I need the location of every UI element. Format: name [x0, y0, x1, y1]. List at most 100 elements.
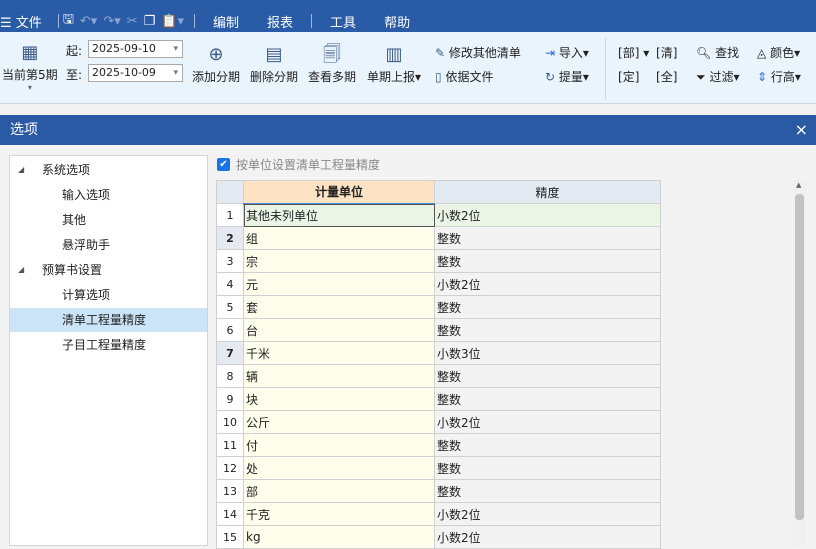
unit-cell[interactable]: 套: [243, 295, 435, 319]
table-row[interactable]: 9 块整数: [216, 387, 661, 411]
row-number[interactable]: 9: [216, 387, 244, 411]
table-row[interactable]: 11 付整数: [216, 433, 661, 457]
row-number[interactable]: 7: [216, 341, 244, 365]
table-row[interactable]: 4 元小数2位: [216, 272, 661, 296]
filter-button[interactable]: ⏷ 过滤▾: [696, 68, 739, 85]
paste-icon[interactable]: 📋▾: [161, 14, 184, 29]
file-menu[interactable]: ☰ 文件: [0, 12, 48, 31]
save-icon[interactable]: 🖫: [63, 10, 74, 32]
ding-button[interactable]: [定]: [618, 68, 639, 85]
table-row[interactable]: 12 处整数: [216, 456, 661, 480]
unit-cell[interactable]: 付: [243, 433, 435, 457]
extract-button[interactable]: ↻ 提量▾: [545, 68, 589, 85]
unit-cell[interactable]: 千米: [243, 341, 435, 365]
redo-icon[interactable]: ↷▾: [103, 14, 120, 29]
unit-cell[interactable]: 千克: [243, 502, 435, 526]
row-number[interactable]: 10: [216, 410, 244, 434]
precision-cell[interactable]: 整数: [434, 249, 661, 273]
precision-cell[interactable]: 小数2位: [434, 203, 661, 227]
row-number[interactable]: 8: [216, 364, 244, 388]
table-row[interactable]: 10 公斤 小数2位: [216, 410, 661, 434]
cut-icon[interactable]: ✂: [127, 14, 138, 29]
bu-button[interactable]: [部] ▾: [618, 44, 649, 61]
collapse-triangle-icon[interactable]: ◢: [18, 158, 24, 182]
precision-cell[interactable]: 整数: [434, 364, 661, 388]
unit-cell[interactable]: 部: [243, 479, 435, 503]
color-button[interactable]: ◬ 颜色▾: [757, 44, 800, 61]
row-number[interactable]: 13: [216, 479, 244, 503]
column-header-precision[interactable]: 精度: [434, 180, 661, 204]
scroll-up-icon[interactable]: ▲: [796, 181, 801, 189]
view-periods-button[interactable]: 🗐 查看多期: [308, 44, 356, 85]
unit-cell[interactable]: kg: [243, 525, 435, 549]
tree-item[interactable]: 计算选项: [10, 283, 207, 307]
tab-edit[interactable]: 编制: [213, 12, 240, 35]
table-row[interactable]: 1 其他未列单位 小数2位: [216, 203, 661, 227]
table-row[interactable]: 3 宗整数: [216, 249, 661, 273]
tab-tools[interactable]: 工具: [330, 12, 356, 31]
precision-cell[interactable]: 小数2位: [434, 525, 661, 549]
precision-cell[interactable]: 小数2位: [434, 410, 661, 434]
unit-cell[interactable]: 其他未列单位: [243, 203, 435, 227]
unit-cell[interactable]: 宗: [243, 249, 435, 273]
table-row[interactable]: 5 套整数: [216, 295, 661, 319]
row-number[interactable]: 12: [216, 456, 244, 480]
import-button[interactable]: ⇥ 导入▾: [545, 44, 589, 61]
scrollbar-thumb[interactable]: [795, 194, 804, 520]
unit-cell[interactable]: 组: [243, 226, 435, 250]
tree-item[interactable]: ◢ 系统选项: [10, 158, 207, 182]
basis-file-button[interactable]: ▯ 依据文件: [435, 68, 493, 85]
start-date-picker[interactable]: 2025-09-10: [88, 40, 183, 58]
row-number[interactable]: 2: [216, 226, 244, 250]
precision-cell[interactable]: 整数: [434, 456, 661, 480]
precision-cell[interactable]: 整数: [434, 479, 661, 503]
qing-button[interactable]: [清]: [656, 44, 677, 61]
table-row[interactable]: 6 台整数: [216, 318, 661, 342]
tree-item[interactable]: 输入选项: [10, 183, 207, 207]
table-row[interactable]: 7 千米 小数3位: [216, 341, 661, 365]
precision-cell[interactable]: 小数2位: [434, 502, 661, 526]
precision-cell[interactable]: 整数: [434, 387, 661, 411]
precision-cell[interactable]: 小数3位: [434, 341, 661, 365]
table-row[interactable]: 8 辆整数: [216, 364, 661, 388]
table-row[interactable]: 13 部整数: [216, 479, 661, 503]
row-height-button[interactable]: ⇕ 行高▾: [757, 68, 801, 85]
precision-cell[interactable]: 整数: [434, 433, 661, 457]
vertical-scrollbar[interactable]: ▲: [793, 180, 806, 546]
tree-item[interactable]: 其他: [10, 208, 207, 232]
add-period-button[interactable]: ⊕ 添加分期: [192, 44, 240, 85]
precision-cell[interactable]: 整数: [434, 295, 661, 319]
undo-icon[interactable]: ↶▾: [80, 14, 97, 29]
row-number[interactable]: 1: [216, 203, 244, 227]
precision-cell[interactable]: 小数2位: [434, 272, 661, 296]
end-date-picker[interactable]: 2025-10-09: [88, 64, 183, 82]
row-number[interactable]: 14: [216, 502, 244, 526]
unit-cell[interactable]: 块: [243, 387, 435, 411]
row-number[interactable]: 11: [216, 433, 244, 457]
report-button[interactable]: ▥ 单期上报▾: [367, 44, 421, 85]
unit-cell[interactable]: 辆: [243, 364, 435, 388]
unit-cell[interactable]: 处: [243, 456, 435, 480]
copy-icon[interactable]: ❐: [144, 14, 156, 29]
quan-button[interactable]: [全]: [656, 68, 677, 85]
tree-item[interactable]: ◢ 预算书设置: [10, 258, 207, 282]
precision-cell[interactable]: 整数: [434, 318, 661, 342]
row-number[interactable]: 5: [216, 295, 244, 319]
row-number[interactable]: 4: [216, 272, 244, 296]
tree-item[interactable]: 悬浮助手: [10, 233, 207, 257]
unit-cell[interactable]: 公斤: [243, 410, 435, 434]
tab-help[interactable]: 帮助: [384, 12, 410, 31]
tree-item[interactable]: 清单工程量精度: [10, 308, 207, 332]
table-row[interactable]: 2 组整数: [216, 226, 661, 250]
table-row[interactable]: 15 kg 小数2位: [216, 525, 661, 549]
tree-item[interactable]: 子目工程量精度: [10, 333, 207, 357]
current-period-button[interactable]: ▦ 当前第5期 ▾: [2, 42, 58, 92]
unit-cell[interactable]: 台: [243, 318, 435, 342]
unit-cell[interactable]: 元: [243, 272, 435, 296]
table-row[interactable]: 14 千克 小数2位: [216, 502, 661, 526]
find-button[interactable]: 🔍︎ 查找: [696, 44, 739, 61]
precision-cell[interactable]: 整数: [434, 226, 661, 250]
row-number[interactable]: 6: [216, 318, 244, 342]
unit-precision-checkbox[interactable]: ✔ 按单位设置清单工程量精度: [217, 156, 380, 173]
close-icon[interactable]: ×: [795, 115, 808, 145]
